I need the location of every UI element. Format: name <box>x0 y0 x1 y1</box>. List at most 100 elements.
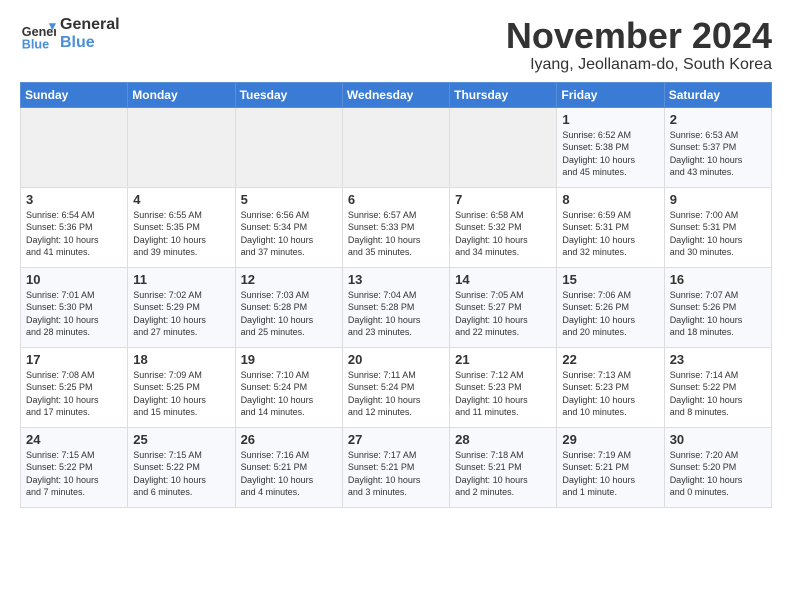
day-cell <box>450 107 557 187</box>
day-info: Sunrise: 6:54 AM Sunset: 5:36 PM Dayligh… <box>26 209 122 259</box>
day-info: Sunrise: 7:20 AM Sunset: 5:20 PM Dayligh… <box>670 449 766 499</box>
week-row-3: 10 Sunrise: 7:01 AM Sunset: 5:30 PM Dayli… <box>21 267 772 347</box>
day-info: Sunrise: 7:01 AM Sunset: 5:30 PM Dayligh… <box>26 289 122 339</box>
day-cell: 29 Sunrise: 7:19 AM Sunset: 5:21 PM Dayli… <box>557 427 664 507</box>
day-cell: 30 Sunrise: 7:20 AM Sunset: 5:20 PM Dayli… <box>664 427 771 507</box>
day-cell: 1 Sunrise: 6:52 AM Sunset: 5:38 PM Daylig… <box>557 107 664 187</box>
week-row-2: 3 Sunrise: 6:54 AM Sunset: 5:36 PM Daylig… <box>21 187 772 267</box>
calendar-container: General Blue General Blue November 2024 … <box>0 0 792 518</box>
day-number: 19 <box>241 352 337 367</box>
day-info: Sunrise: 6:59 AM Sunset: 5:31 PM Dayligh… <box>562 209 658 259</box>
day-number: 23 <box>670 352 766 367</box>
header-day-wednesday: Wednesday <box>342 82 449 107</box>
header: General Blue General Blue November 2024 … <box>20 16 772 74</box>
day-cell: 7Sunrise: 6:58 AM Sunset: 5:32 PM Daylig… <box>450 187 557 267</box>
day-cell: 22 Sunrise: 7:13 AM Sunset: 5:23 PM Dayli… <box>557 347 664 427</box>
day-info: Sunrise: 7:03 AM Sunset: 5:28 PM Dayligh… <box>241 289 337 339</box>
header-day-thursday: Thursday <box>450 82 557 107</box>
title-block: November 2024 Iyang, Jeollanam-do, South… <box>506 16 772 74</box>
day-number: 2 <box>670 112 766 127</box>
day-cell: 21 Sunrise: 7:12 AM Sunset: 5:23 PM Dayli… <box>450 347 557 427</box>
svg-text:Blue: Blue <box>22 37 49 51</box>
day-info: Sunrise: 7:16 AM Sunset: 5:21 PM Dayligh… <box>241 449 337 499</box>
day-number: 7 <box>455 192 551 207</box>
day-number: 9 <box>670 192 766 207</box>
header-day-sunday: Sunday <box>21 82 128 107</box>
header-day-monday: Monday <box>128 82 235 107</box>
day-number: 17 <box>26 352 122 367</box>
day-info: Sunrise: 7:15 AM Sunset: 5:22 PM Dayligh… <box>26 449 122 499</box>
calendar-table: SundayMondayTuesdayWednesdayThursdayFrid… <box>20 82 772 508</box>
day-cell: 23Sunrise: 7:14 AM Sunset: 5:22 PM Dayli… <box>664 347 771 427</box>
day-cell: 24 Sunrise: 7:15 AM Sunset: 5:22 PM Dayli… <box>21 427 128 507</box>
day-info: Sunrise: 7:05 AM Sunset: 5:27 PM Dayligh… <box>455 289 551 339</box>
day-number: 1 <box>562 112 658 127</box>
logo-icon: General Blue <box>20 16 56 52</box>
day-cell: 8 Sunrise: 6:59 AM Sunset: 5:31 PM Daylig… <box>557 187 664 267</box>
day-number: 16 <box>670 272 766 287</box>
day-number: 6 <box>348 192 444 207</box>
day-cell: 13 Sunrise: 7:04 AM Sunset: 5:28 PM Dayli… <box>342 267 449 347</box>
day-info: Sunrise: 7:04 AM Sunset: 5:28 PM Dayligh… <box>348 289 444 339</box>
day-number: 3 <box>26 192 122 207</box>
day-cell <box>128 107 235 187</box>
day-info: Sunrise: 7:12 AM Sunset: 5:23 PM Dayligh… <box>455 369 551 419</box>
day-number: 14 <box>455 272 551 287</box>
day-number: 29 <box>562 432 658 447</box>
day-cell: 10 Sunrise: 7:01 AM Sunset: 5:30 PM Dayli… <box>21 267 128 347</box>
day-cell: 9 Sunrise: 7:00 AM Sunset: 5:31 PM Daylig… <box>664 187 771 267</box>
calendar-subtitle: Iyang, Jeollanam-do, South Korea <box>506 56 772 74</box>
day-cell: 26 Sunrise: 7:16 AM Sunset: 5:21 PM Dayli… <box>235 427 342 507</box>
day-info: Sunrise: 7:11 AM Sunset: 5:24 PM Dayligh… <box>348 369 444 419</box>
day-cell: 17 Sunrise: 7:08 AM Sunset: 5:25 PM Dayli… <box>21 347 128 427</box>
day-info: Sunrise: 7:10 AM Sunset: 5:24 PM Dayligh… <box>241 369 337 419</box>
day-cell <box>342 107 449 187</box>
day-cell: 14 Sunrise: 7:05 AM Sunset: 5:27 PM Dayli… <box>450 267 557 347</box>
day-number: 21 <box>455 352 551 367</box>
day-cell: 3 Sunrise: 6:54 AM Sunset: 5:36 PM Daylig… <box>21 187 128 267</box>
day-info: Sunrise: 7:17 AM Sunset: 5:21 PM Dayligh… <box>348 449 444 499</box>
header-day-tuesday: Tuesday <box>235 82 342 107</box>
day-cell: 2 Sunrise: 6:53 AM Sunset: 5:37 PM Daylig… <box>664 107 771 187</box>
logo-general: General <box>60 16 120 34</box>
day-cell <box>235 107 342 187</box>
day-info: Sunrise: 7:13 AM Sunset: 5:23 PM Dayligh… <box>562 369 658 419</box>
day-info: Sunrise: 7:19 AM Sunset: 5:21 PM Dayligh… <box>562 449 658 499</box>
day-info: Sunrise: 7:06 AM Sunset: 5:26 PM Dayligh… <box>562 289 658 339</box>
day-number: 8 <box>562 192 658 207</box>
week-row-1: 1 Sunrise: 6:52 AM Sunset: 5:38 PM Daylig… <box>21 107 772 187</box>
day-cell: 18Sunrise: 7:09 AM Sunset: 5:25 PM Dayli… <box>128 347 235 427</box>
day-info: Sunrise: 7:00 AM Sunset: 5:31 PM Dayligh… <box>670 209 766 259</box>
day-number: 24 <box>26 432 122 447</box>
day-number: 13 <box>348 272 444 287</box>
day-info: Sunrise: 6:55 AM Sunset: 5:35 PM Dayligh… <box>133 209 229 259</box>
day-cell: 12Sunrise: 7:03 AM Sunset: 5:28 PM Dayli… <box>235 267 342 347</box>
day-info: Sunrise: 7:02 AM Sunset: 5:29 PM Dayligh… <box>133 289 229 339</box>
calendar-title: November 2024 <box>506 16 772 56</box>
header-day-saturday: Saturday <box>664 82 771 107</box>
day-info: Sunrise: 7:08 AM Sunset: 5:25 PM Dayligh… <box>26 369 122 419</box>
day-cell: 6Sunrise: 6:57 AM Sunset: 5:33 PM Daylig… <box>342 187 449 267</box>
day-cell: 15 Sunrise: 7:06 AM Sunset: 5:26 PM Dayli… <box>557 267 664 347</box>
day-info: Sunrise: 6:52 AM Sunset: 5:38 PM Dayligh… <box>562 129 658 179</box>
day-cell: 28 Sunrise: 7:18 AM Sunset: 5:21 PM Dayli… <box>450 427 557 507</box>
day-info: Sunrise: 7:07 AM Sunset: 5:26 PM Dayligh… <box>670 289 766 339</box>
day-number: 4 <box>133 192 229 207</box>
week-row-5: 24 Sunrise: 7:15 AM Sunset: 5:22 PM Dayli… <box>21 427 772 507</box>
day-number: 10 <box>26 272 122 287</box>
day-cell: 5Sunrise: 6:56 AM Sunset: 5:34 PM Daylig… <box>235 187 342 267</box>
header-day-friday: Friday <box>557 82 664 107</box>
logo: General Blue General Blue <box>20 16 120 52</box>
day-cell <box>21 107 128 187</box>
day-number: 22 <box>562 352 658 367</box>
day-number: 15 <box>562 272 658 287</box>
day-number: 26 <box>241 432 337 447</box>
day-number: 28 <box>455 432 551 447</box>
day-info: Sunrise: 6:56 AM Sunset: 5:34 PM Dayligh… <box>241 209 337 259</box>
week-row-4: 17 Sunrise: 7:08 AM Sunset: 5:25 PM Dayli… <box>21 347 772 427</box>
day-info: Sunrise: 6:53 AM Sunset: 5:37 PM Dayligh… <box>670 129 766 179</box>
day-cell: 4 Sunrise: 6:55 AM Sunset: 5:35 PM Daylig… <box>128 187 235 267</box>
day-number: 27 <box>348 432 444 447</box>
day-info: Sunrise: 7:18 AM Sunset: 5:21 PM Dayligh… <box>455 449 551 499</box>
day-number: 30 <box>670 432 766 447</box>
